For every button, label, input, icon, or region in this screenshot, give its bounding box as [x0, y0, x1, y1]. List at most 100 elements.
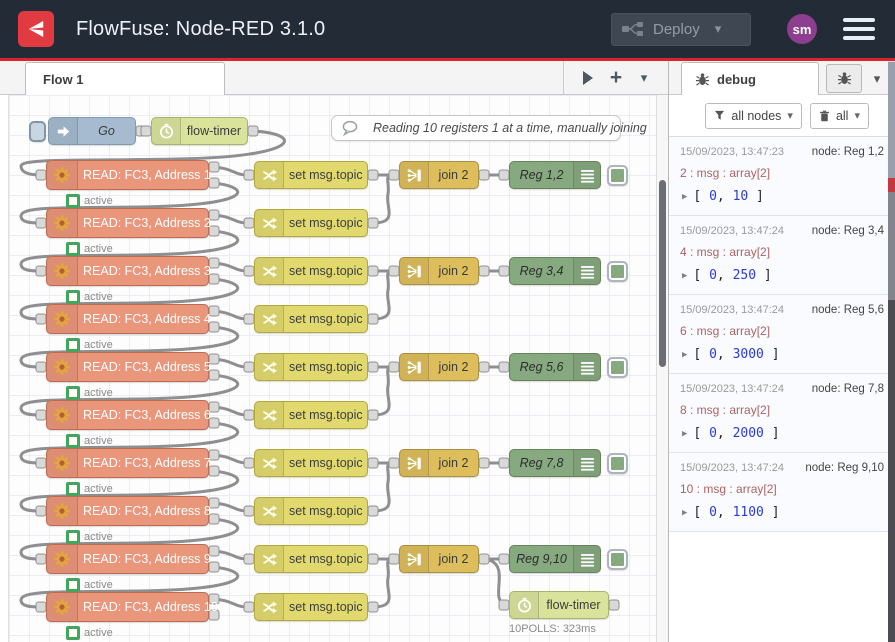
node-join[interactable]: join 2	[399, 161, 479, 189]
flow-canvas[interactable]: Go flow-timer Reading 10 registers 1 at a…	[8, 95, 657, 642]
node-port[interactable]	[36, 554, 46, 564]
node-port[interactable]	[368, 602, 378, 612]
node-port[interactable]	[389, 266, 399, 276]
debug-enable-toggle[interactable]	[607, 453, 628, 474]
node-port[interactable]	[244, 314, 254, 324]
node-change-set-topic[interactable]: set msg.topic	[254, 449, 368, 477]
node-port[interactable]	[479, 554, 489, 564]
node-modbus-read[interactable]: READ: FC3, Address 2	[46, 208, 209, 238]
node-port[interactable]	[499, 554, 509, 564]
node-join[interactable]: join 2	[399, 449, 479, 477]
node-port[interactable]	[244, 506, 254, 516]
debug-toggle-button[interactable]	[826, 64, 862, 93]
node-port[interactable]	[36, 458, 46, 468]
node-port[interactable]	[244, 410, 254, 420]
wire[interactable]	[373, 559, 394, 607]
node-port[interactable]	[248, 126, 258, 136]
node-inject-go[interactable]: Go	[48, 117, 136, 145]
node-port[interactable]	[368, 362, 378, 372]
node-join[interactable]: join 2	[399, 353, 479, 381]
expand-triangle-icon[interactable]: ▶	[682, 429, 687, 439]
expand-triangle-icon[interactable]: ▶	[682, 192, 687, 202]
debug-enable-toggle[interactable]	[607, 261, 628, 282]
node-flow-timer[interactable]: flow-timer	[509, 591, 609, 619]
canvas-scrollbar[interactable]	[656, 95, 668, 642]
node-port[interactable]	[244, 602, 254, 612]
debug-message[interactable]: 15/09/2023, 13:47:24 node: Reg 7,8 8 : m…	[669, 374, 895, 453]
node-port[interactable]	[499, 362, 509, 372]
node-modbus-read[interactable]: READ: FC3, Address 10	[46, 592, 209, 622]
node-change-set-topic[interactable]: set msg.topic	[254, 545, 368, 573]
node-port[interactable]	[389, 554, 399, 564]
node-port[interactable]	[609, 600, 619, 610]
sidebar-options-caret-icon[interactable]: ▾	[867, 71, 887, 87]
node-port[interactable]	[389, 362, 399, 372]
node-flow-timer[interactable]: flow-timer	[151, 117, 248, 145]
node-change-set-topic[interactable]: set msg.topic	[254, 497, 368, 525]
node-port[interactable]	[368, 410, 378, 420]
node-debug-reg[interactable]: Reg 5,6	[509, 353, 601, 381]
node-port[interactable]	[479, 266, 489, 276]
expand-triangle-icon[interactable]: ▶	[682, 350, 687, 360]
wire[interactable]	[373, 463, 394, 511]
node-port[interactable]	[368, 458, 378, 468]
node-port[interactable]	[36, 410, 46, 420]
node-modbus-read[interactable]: READ: FC3, Address 6	[46, 400, 209, 430]
node-port[interactable]	[244, 554, 254, 564]
node-debug-reg[interactable]: Reg 3,4	[509, 257, 601, 285]
expand-triangle-icon[interactable]: ▶	[682, 271, 687, 281]
wire[interactable]	[373, 367, 394, 415]
overview-scrollbar[interactable]	[888, 61, 895, 642]
debug-clear-button[interactable]: all ▾	[810, 103, 869, 129]
debug-tab[interactable]: debug	[681, 62, 819, 95]
node-change-set-topic[interactable]: set msg.topic	[254, 353, 368, 381]
node-change-set-topic[interactable]: set msg.topic	[254, 161, 368, 189]
node-port[interactable]	[368, 266, 378, 276]
node-port[interactable]	[479, 458, 489, 468]
node-change-set-topic[interactable]: set msg.topic	[254, 257, 368, 285]
node-debug-reg[interactable]: Reg 9,10	[509, 545, 601, 573]
deploy-button[interactable]: Deploy ▾	[611, 13, 751, 46]
node-change-set-topic[interactable]: set msg.topic	[254, 401, 368, 429]
node-port[interactable]	[244, 266, 254, 276]
node-join[interactable]: join 2	[399, 545, 479, 573]
debug-message[interactable]: 15/09/2023, 13:47:24 node: Reg 9,10 10 :…	[669, 453, 895, 532]
node-change-set-topic[interactable]: set msg.topic	[254, 593, 368, 621]
node-port[interactable]	[36, 602, 46, 612]
node-port[interactable]	[368, 506, 378, 516]
flow-tab[interactable]: Flow 1	[25, 62, 225, 95]
expand-tabs-icon[interactable]	[574, 65, 602, 91]
expand-triangle-icon[interactable]: ▶	[682, 508, 687, 518]
node-modbus-read[interactable]: READ: FC3, Address 5	[46, 352, 209, 382]
inject-button[interactable]	[29, 121, 46, 142]
node-port[interactable]	[36, 362, 46, 372]
user-avatar[interactable]: sm	[787, 14, 817, 44]
debug-enable-toggle[interactable]	[607, 357, 628, 378]
node-port[interactable]	[36, 506, 46, 516]
node-port[interactable]	[368, 554, 378, 564]
node-port[interactable]	[36, 266, 46, 276]
node-port[interactable]	[499, 170, 509, 180]
node-port[interactable]	[36, 218, 46, 228]
node-join[interactable]: join 2	[399, 257, 479, 285]
node-change-set-topic[interactable]: set msg.topic	[254, 305, 368, 333]
node-port[interactable]	[36, 314, 46, 324]
node-port[interactable]	[499, 458, 509, 468]
canvas-scrollbar-thumb[interactable]	[659, 180, 666, 367]
node-port[interactable]	[389, 170, 399, 180]
node-port[interactable]	[244, 458, 254, 468]
debug-message[interactable]: 15/09/2023, 13:47:24 node: Reg 3,4 4 : m…	[669, 216, 895, 295]
wire[interactable]	[373, 271, 394, 319]
add-flow-button[interactable]: +	[602, 65, 630, 91]
node-port[interactable]	[244, 218, 254, 228]
hamburger-menu-icon[interactable]	[843, 13, 875, 45]
node-debug-reg[interactable]: Reg 7,8	[509, 449, 601, 477]
node-debug-reg[interactable]: Reg 1,2	[509, 161, 601, 189]
debug-enable-toggle[interactable]	[607, 165, 628, 186]
node-port[interactable]	[36, 170, 46, 180]
node-port[interactable]	[479, 170, 489, 180]
deploy-caret-icon[interactable]: ▾	[715, 21, 722, 37]
node-port[interactable]	[244, 170, 254, 180]
node-comment[interactable]: Reading 10 registers 1 at a time, manual…	[331, 115, 621, 141]
node-modbus-read[interactable]: READ: FC3, Address 3	[46, 256, 209, 286]
